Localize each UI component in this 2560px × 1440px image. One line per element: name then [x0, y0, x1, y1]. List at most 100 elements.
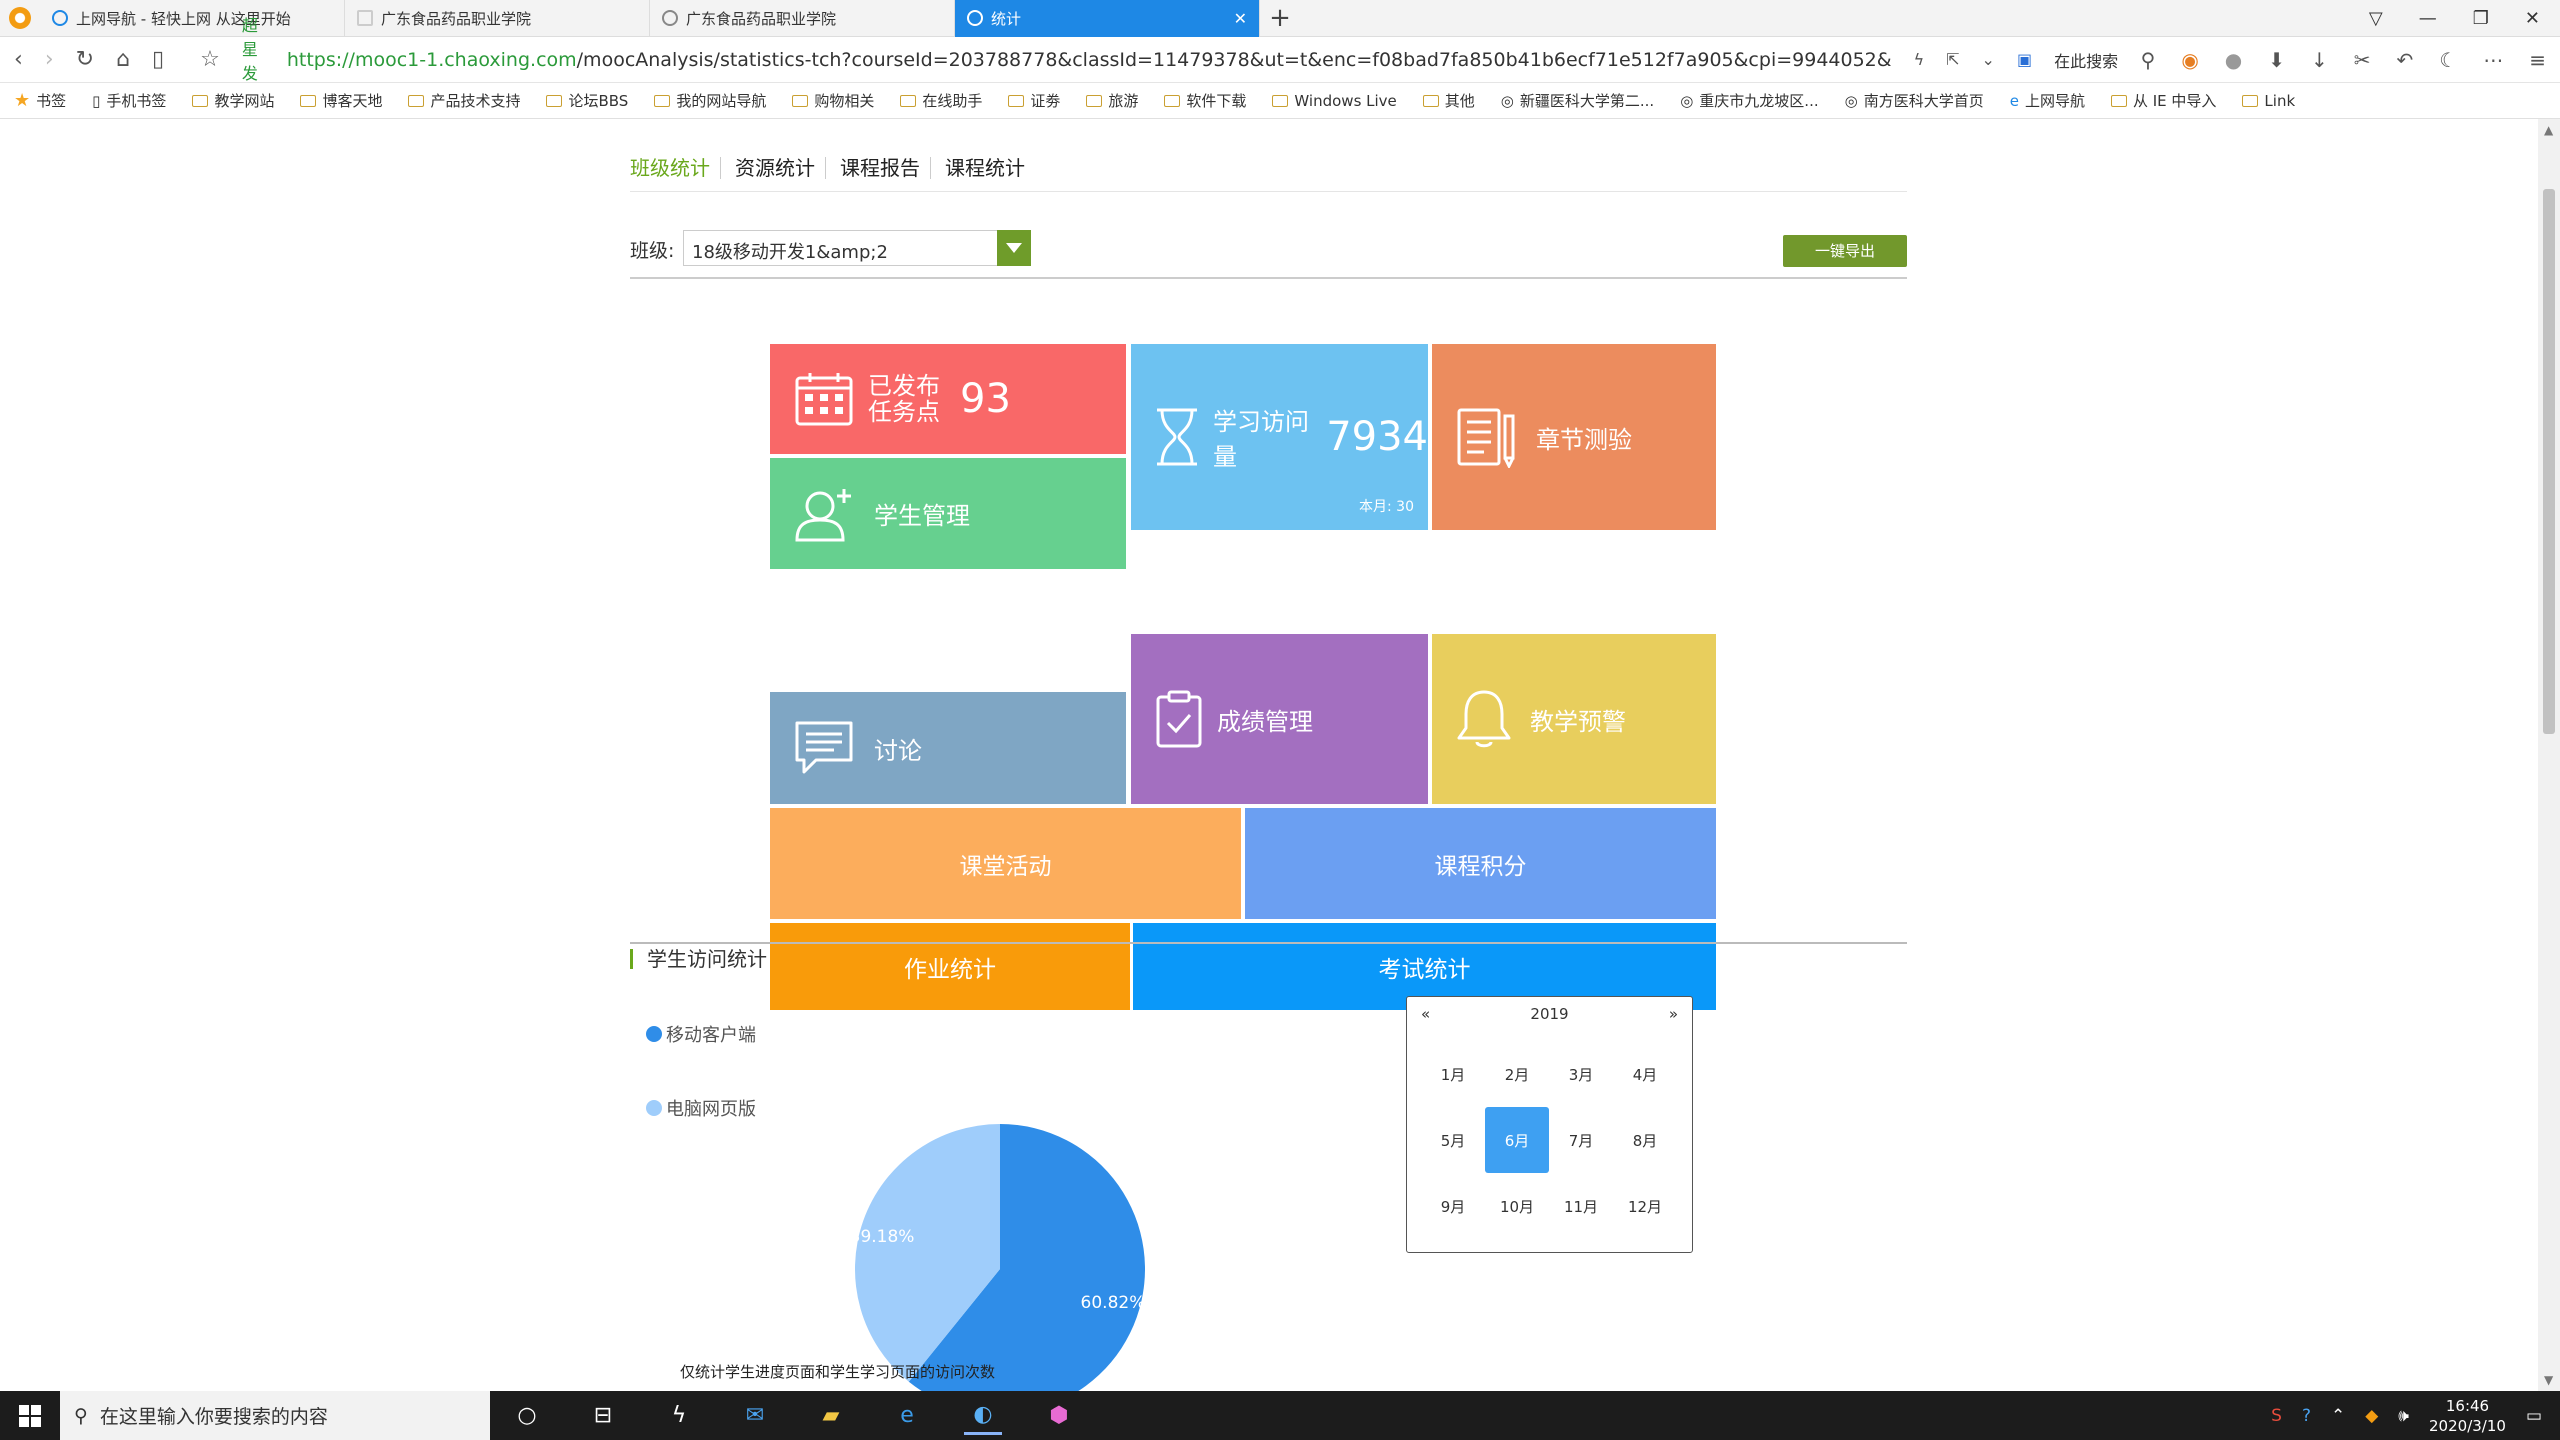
bookmark-item[interactable]: 论坛BBS [546, 90, 628, 111]
bookmark-item[interactable]: ▯ 手机书签 [92, 90, 166, 111]
tile-student-management[interactable]: 学生管理 [770, 458, 1126, 569]
back-icon[interactable]: ‹ [14, 47, 23, 72]
month-cell[interactable]: 9月 [1421, 1173, 1485, 1239]
more-icon[interactable]: ⋯ [2483, 48, 2503, 72]
bookmark-item[interactable]: 其他 [1422, 90, 1475, 111]
restore-icon[interactable]: ❐ [2473, 8, 2489, 29]
bookmark-item[interactable]: ◎ 重庆市九龙坡区... [1680, 90, 1818, 111]
scroll-up-icon[interactable]: ▲ [2544, 123, 2553, 137]
month-cell[interactable]: 10月 [1485, 1173, 1549, 1239]
chevron-down-icon[interactable] [997, 230, 1031, 266]
browser-logo-icon[interactable] [0, 0, 40, 37]
tile-homework-stats[interactable]: 作业统计 [770, 923, 1130, 1010]
tile-teaching-warning[interactable]: 教学预警 [1432, 634, 1716, 804]
browser-app-icon[interactable]: ◐ [964, 1397, 1002, 1435]
tile-learning-visits[interactable]: 学习访问量 7934 本月: 30 [1131, 344, 1428, 530]
cortana-icon[interactable]: ○ [508, 1397, 546, 1435]
system-clock[interactable]: 16:46 2020/3/10 [2429, 1396, 2506, 1436]
notification-app-icon[interactable]: ◆ [2365, 1406, 2378, 1426]
tab-resource-stats[interactable]: 资源统计 [735, 157, 826, 179]
menu-icon[interactable]: ≡ [2529, 48, 2546, 72]
month-cell[interactable]: 8月 [1613, 1107, 1677, 1173]
tile-grade-management[interactable]: 成绩管理 [1131, 634, 1428, 804]
tile-chapter-test[interactable]: 章节测验 [1432, 344, 1716, 530]
download-icon[interactable]: ↓ [2311, 48, 2328, 72]
bookmark-item[interactable]: 软件下载 [1164, 90, 1246, 111]
search-icon[interactable]: ⚲ [2141, 48, 2156, 72]
scroll-down-icon[interactable]: ▼ [2544, 1373, 2553, 1387]
page-scrollbar[interactable]: ▲ ▼ [2538, 119, 2560, 1391]
bookmark-item[interactable]: e 上网导航 [2010, 90, 2085, 111]
volume-icon[interactable]: 🕪 [2398, 1406, 2409, 1426]
tab-close-icon[interactable]: ✕ [1234, 9, 1247, 28]
month-cell[interactable]: 2月 [1485, 1041, 1549, 1107]
search-engine-icon[interactable]: ▣ [2017, 50, 2032, 69]
tile-course-points[interactable]: 课程积分 [1245, 808, 1716, 919]
month-cell[interactable]: 12月 [1613, 1173, 1677, 1239]
month-cell[interactable]: 3月 [1549, 1041, 1613, 1107]
browser-tab-active[interactable]: 统计 ✕ [955, 0, 1260, 37]
maps-pin-icon[interactable]: ⬢ [1040, 1397, 1078, 1435]
dropdown-icon[interactable]: ⌄ [1982, 50, 1995, 69]
edge-icon[interactable]: e [888, 1397, 926, 1435]
download-box-icon[interactable]: ⬇ [2268, 48, 2285, 72]
scroll-thumb[interactable] [2543, 189, 2555, 734]
bookmark-item[interactable]: 我的网站导航 [654, 90, 766, 111]
tile-published-tasks[interactable]: 已发布 任务点 93 [770, 344, 1126, 454]
bookmark-item[interactable]: 购物相关 [792, 90, 874, 111]
minimize-icon[interactable]: — [2419, 8, 2437, 29]
game-icon[interactable]: ◉ [2181, 48, 2198, 72]
bookmark-item[interactable]: ◎ 南方医科大学首页 [1845, 90, 1984, 111]
reader-icon[interactable]: ▯ [152, 47, 164, 72]
month-cell[interactable]: 4月 [1613, 1041, 1677, 1107]
month-cell[interactable]: 7月 [1549, 1107, 1613, 1173]
start-button[interactable] [0, 1391, 60, 1440]
tile-discussion[interactable]: 讨论 [770, 692, 1126, 804]
bookmark-item[interactable]: 产品技术支持 [408, 90, 520, 111]
tab-course-report[interactable]: 课程报告 [840, 157, 931, 179]
browser-tab[interactable]: 广东食品药品职业学院 [345, 0, 650, 37]
scissors-icon[interactable]: ✂ [2354, 48, 2371, 72]
night-mode-icon[interactable]: ☾ [2439, 48, 2457, 72]
tab-class-stats[interactable]: 班级统计 [630, 157, 721, 179]
lightning-icon[interactable]: ϟ [1914, 50, 1925, 69]
search-field[interactable]: 在此搜索 [2054, 48, 2119, 72]
help-icon[interactable]: ? [2302, 1406, 2311, 1426]
bookmark-item[interactable]: 证劵 [1008, 90, 1060, 111]
month-cell[interactable]: 6月 [1485, 1107, 1549, 1173]
shirt-skin-icon[interactable]: ▽ [2369, 8, 2383, 29]
new-tab-icon[interactable]: + [1260, 3, 1300, 33]
month-cell[interactable]: 1月 [1421, 1041, 1485, 1107]
bookmark-item[interactable]: ★ 书签 [14, 90, 66, 111]
bookmark-item[interactable]: 从 IE 中导入 [2110, 90, 2216, 111]
favorite-star-icon[interactable]: ☆ [200, 47, 220, 72]
reload-icon[interactable]: ↻ [76, 47, 94, 72]
action-center-icon[interactable]: ▭ [2526, 1406, 2542, 1426]
class-select[interactable]: 18级移动开发1&amp;2 [683, 230, 1031, 266]
export-button[interactable]: 一键导出 [1783, 235, 1907, 267]
file-explorer-icon[interactable]: ▰ [812, 1397, 850, 1435]
url-field[interactable]: https://mooc1-1.chaoxing.com/moocAnalysi… [287, 49, 1892, 71]
legend-item-web[interactable]: 电脑网页版 [646, 1095, 756, 1121]
bookmark-item[interactable]: Windows Live [1272, 92, 1397, 110]
browser-tab[interactable]: 广东食品药品职业学院 [650, 0, 955, 37]
bookmark-item[interactable]: 旅游 [1086, 90, 1138, 111]
next-year-button[interactable]: » [1669, 1005, 1678, 1023]
browser-tab[interactable]: 上网导航 - 轻快上网 从这里开始 [40, 0, 345, 37]
forward-icon[interactable]: › [45, 47, 54, 72]
tab-course-stats[interactable]: 课程统计 [945, 157, 1035, 179]
home-icon[interactable]: ⌂ [116, 47, 130, 72]
app-lightning-icon[interactable]: ϟ [660, 1397, 698, 1435]
bookmark-item[interactable]: Link [2242, 92, 2295, 110]
legend-item-mobile[interactable]: 移动客户端 [646, 1021, 756, 1047]
undo-icon[interactable]: ↶ [2397, 48, 2414, 72]
bookmark-item[interactable]: 在线助手 [900, 90, 982, 111]
month-cell[interactable]: 5月 [1421, 1107, 1485, 1173]
bookmark-item[interactable]: 教学网站 [192, 90, 274, 111]
year-label[interactable]: 2019 [1530, 1005, 1568, 1023]
adblock-icon[interactable]: ● [2225, 48, 2242, 72]
tile-class-activity[interactable]: 课堂活动 [770, 808, 1241, 919]
taskbar-search[interactable]: ⚲ 在这里输入你要搜索的内容 [60, 1391, 490, 1440]
prev-year-button[interactable]: « [1421, 1005, 1430, 1023]
share-icon[interactable]: ⇱ [1946, 50, 1959, 69]
